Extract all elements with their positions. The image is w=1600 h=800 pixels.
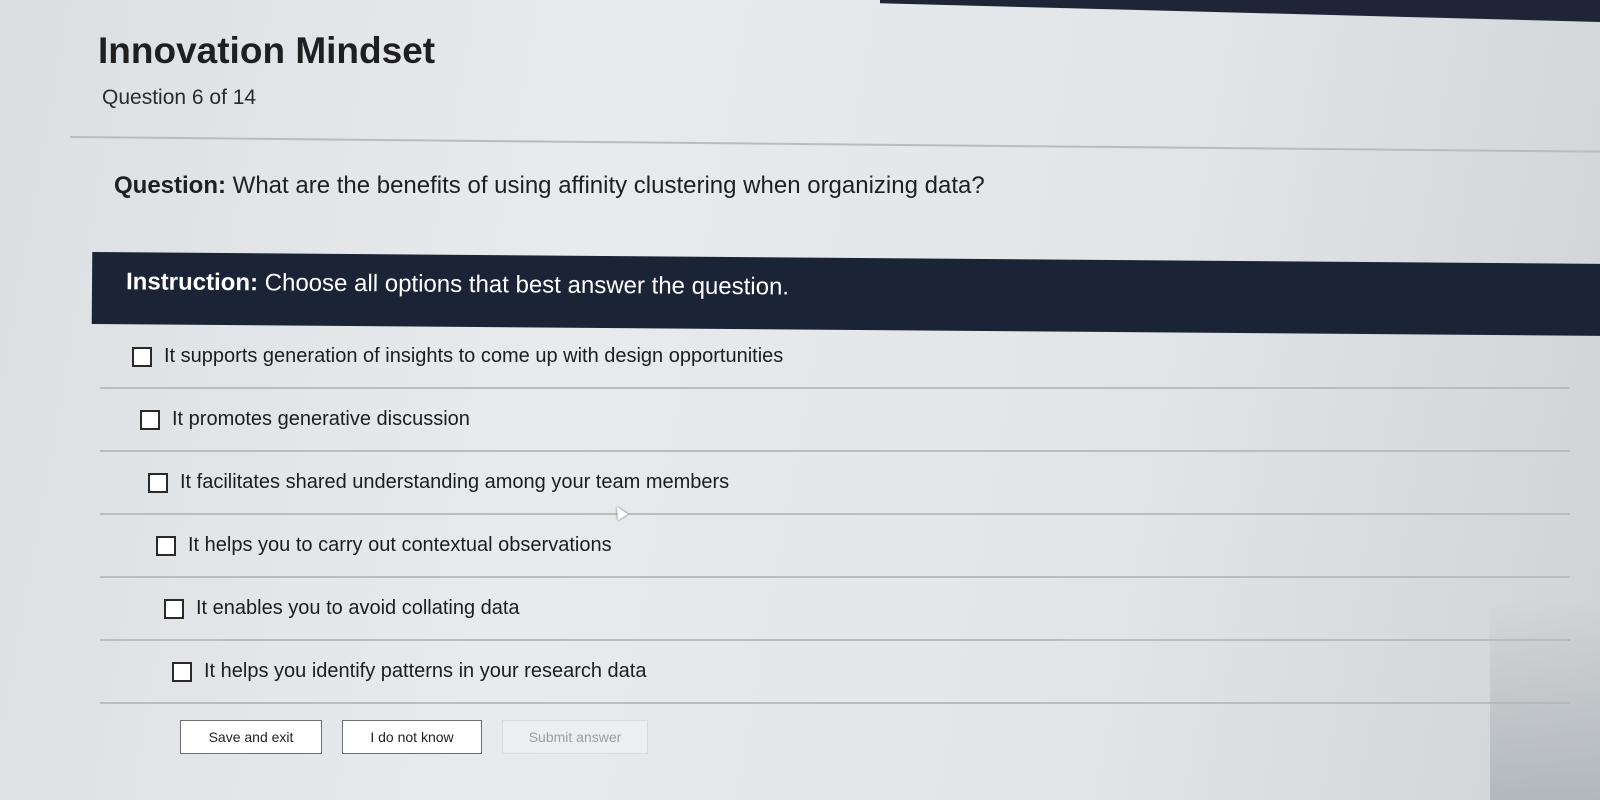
- answer-options: It supports generation of insights to co…: [100, 326, 1570, 704]
- answer-option-4[interactable]: It helps you to carry out contextual obs…: [100, 515, 1570, 578]
- checkbox[interactable]: [140, 409, 160, 430]
- checkbox[interactable]: [164, 598, 184, 619]
- action-buttons: Save and exit I do not know Submit answe…: [180, 720, 648, 754]
- instruction-bar: Instruction: Choose all options that bes…: [91, 252, 1600, 337]
- option-label: It helps you identify patterns in your r…: [204, 660, 647, 682]
- quiz-panel: Innovation Mindset Question 6 of 14 Ques…: [69, 0, 1600, 800]
- question-text: Question: What are the benefits of using…: [114, 172, 985, 200]
- answer-option-5[interactable]: It enables you to avoid collating data: [100, 578, 1570, 641]
- save-and-exit-button[interactable]: Save and exit: [180, 720, 322, 754]
- option-label: It promotes generative discussion: [172, 408, 470, 430]
- option-label: It supports generation of insights to co…: [164, 345, 784, 367]
- checkbox[interactable]: [172, 661, 192, 682]
- course-title: Innovation Mindset: [98, 30, 436, 71]
- checkbox[interactable]: [148, 472, 168, 493]
- answer-option-3[interactable]: It facilitates shared understanding amon…: [100, 452, 1570, 515]
- divider: [69, 136, 1600, 153]
- screen-edge-shade: [1490, 600, 1600, 800]
- instruction-text: Instruction: Choose all options that bes…: [126, 268, 789, 301]
- answer-option-1[interactable]: It supports generation of insights to co…: [100, 326, 1570, 389]
- answer-option-2[interactable]: It promotes generative discussion: [100, 389, 1570, 452]
- question-label: Question:: [114, 172, 226, 199]
- instruction-label: Instruction:: [125, 268, 259, 297]
- instruction-body: Choose all options that best answer the …: [257, 269, 790, 301]
- submit-answer-button[interactable]: Submit answer: [502, 720, 648, 754]
- option-label: It facilitates shared understanding amon…: [180, 471, 730, 493]
- answer-option-6[interactable]: It helps you identify patterns in your r…: [100, 641, 1570, 704]
- screen: Innovation Mindset Question 6 of 14 Ques…: [0, 0, 1600, 800]
- question-body: What are the benefits of using affinity …: [226, 172, 985, 199]
- i-do-not-know-button[interactable]: I do not know: [342, 720, 482, 754]
- question-progress: Question 6 of 14: [102, 86, 257, 109]
- option-label: It helps you to carry out contextual obs…: [188, 534, 612, 556]
- checkbox[interactable]: [156, 535, 176, 556]
- checkbox[interactable]: [132, 346, 152, 367]
- option-label: It enables you to avoid collating data: [196, 597, 520, 619]
